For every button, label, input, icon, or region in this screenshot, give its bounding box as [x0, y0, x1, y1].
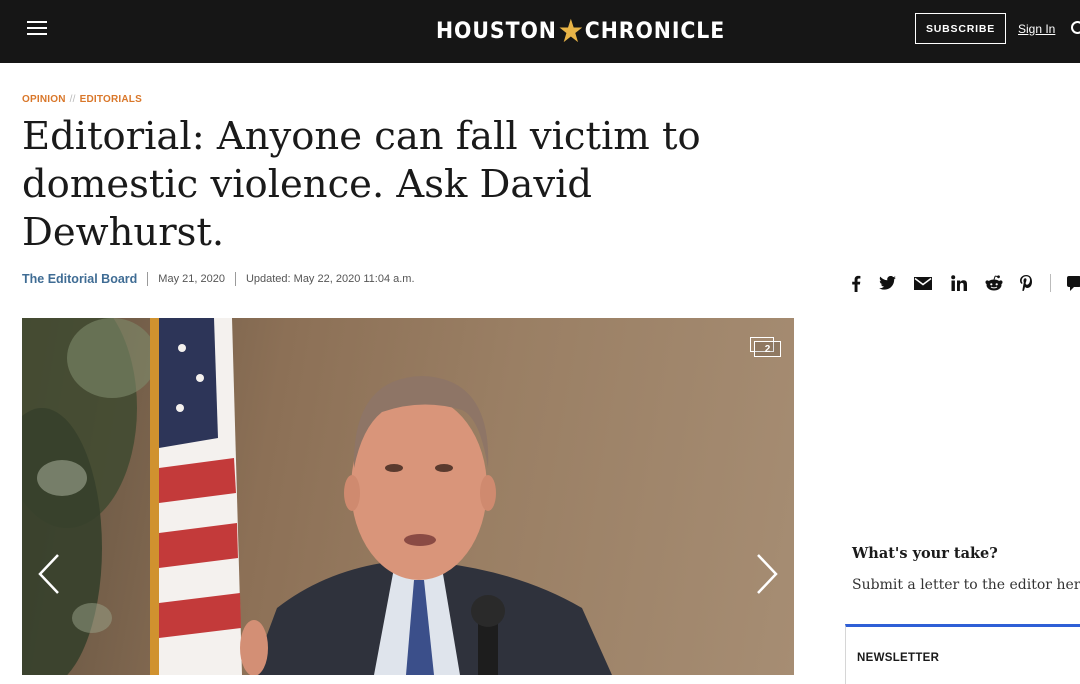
- newsletter-label: NEWSLETTER: [857, 652, 940, 664]
- breadcrumb-separator: //: [69, 94, 76, 105]
- breadcrumb: OPINION// EDITORIALS: [22, 94, 142, 105]
- article-photo[interactable]: 2: [22, 318, 794, 675]
- star-icon: [559, 18, 583, 43]
- logo-text-left: HOUSTON: [436, 18, 557, 44]
- reddit-icon[interactable]: [984, 273, 1004, 293]
- logo-text-right: CHRONICLE: [584, 18, 726, 44]
- article-headline: Editorial: Anyone can fall victim to dom…: [22, 114, 701, 255]
- hamburger-menu-icon[interactable]: [27, 21, 47, 39]
- submit-letter-link[interactable]: Submit a letter to the editor here: [852, 577, 1080, 593]
- comment-icon[interactable]: [1066, 273, 1080, 293]
- twitter-icon[interactable]: [877, 273, 897, 293]
- next-arrow-icon[interactable]: [754, 552, 780, 596]
- subscribe-button[interactable]: SUBSCRIBE: [915, 13, 1006, 44]
- houston-chronicle-logo[interactable]: HOUSTON CHRONICLE: [436, 15, 725, 47]
- pinterest-icon[interactable]: [1018, 273, 1034, 293]
- facebook-icon[interactable]: [849, 273, 863, 293]
- breadcrumb-opinion[interactable]: OPINION: [22, 94, 66, 105]
- search-icon[interactable]: [1070, 20, 1080, 38]
- linkedin-icon[interactable]: [950, 273, 968, 293]
- share-divider: [1050, 274, 1051, 292]
- previous-arrow-icon[interactable]: [36, 552, 62, 596]
- byline: The Editorial Board May 21, 2020 Updated…: [22, 272, 415, 286]
- top-navigation-bar: HOUSTON CHRONICLE SUBSCRIBE Sign In: [0, 0, 1080, 63]
- byline-divider: [147, 272, 149, 286]
- email-icon[interactable]: [913, 273, 933, 293]
- publish-date: May 21, 2020: [158, 273, 225, 285]
- gallery-count: 2: [754, 341, 781, 357]
- byline-divider: [234, 272, 236, 286]
- gallery-count-icon[interactable]: 2: [750, 337, 781, 357]
- updated-date: Updated: May 22, 2020 11:04 a.m.: [245, 273, 415, 285]
- breadcrumb-editorials[interactable]: EDITORIALS: [80, 94, 142, 105]
- photo-scene: [22, 318, 612, 675]
- sign-in-link[interactable]: Sign In: [1018, 22, 1055, 36]
- whats-your-take-heading: What's your take?: [852, 545, 998, 562]
- author-link[interactable]: The Editorial Board: [22, 272, 137, 286]
